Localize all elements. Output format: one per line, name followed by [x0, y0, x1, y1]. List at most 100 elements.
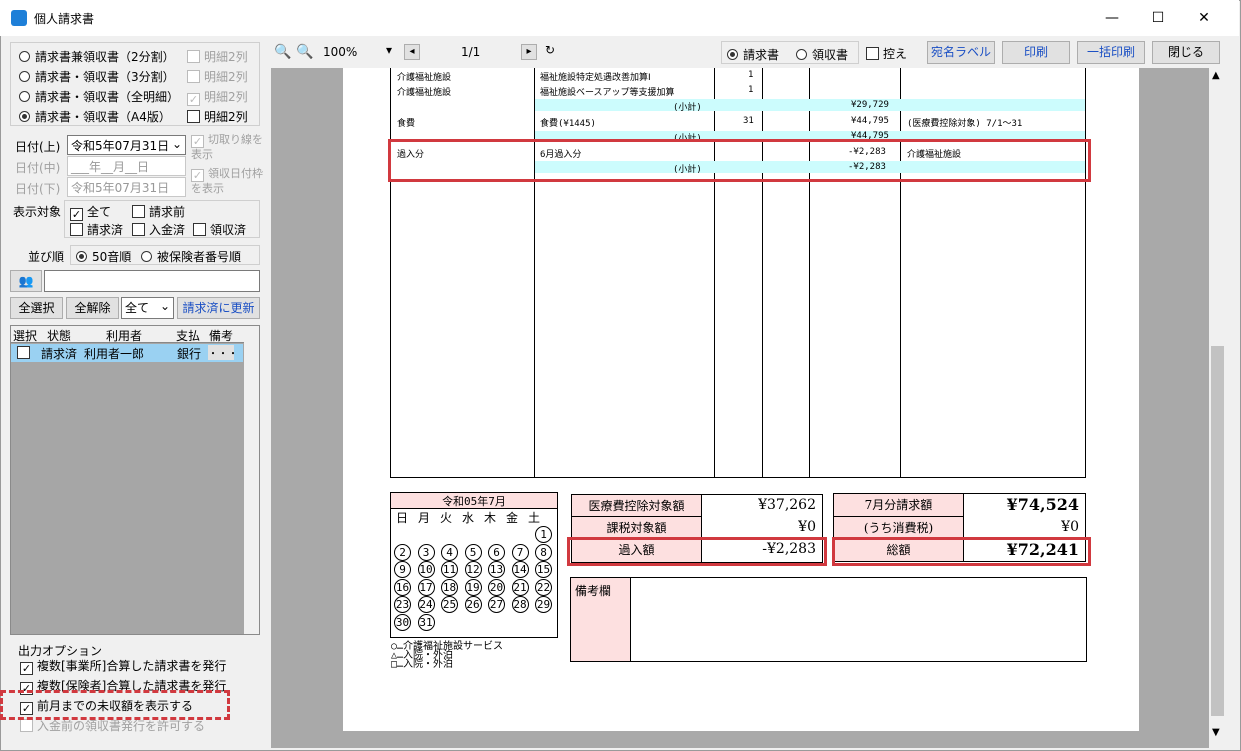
select-all-button[interactable]: 全選択	[10, 297, 63, 319]
radio-type-2[interactable]: 請求書・領収書（全明細）	[19, 88, 179, 105]
calendar-date: 11	[441, 561, 458, 578]
detail2-check-2: ✓ 明細2列	[187, 90, 248, 106]
display-before-check[interactable]: 請求前	[132, 203, 185, 220]
calendar-date: 6	[488, 543, 505, 561]
calendar-date: 2	[394, 543, 411, 561]
calendar-date: 10	[417, 561, 435, 578]
minimize-button[interactable]: —	[1089, 0, 1135, 36]
users-icon: 👥	[18, 274, 34, 288]
calendar-legend: ○…介護福祉施設サービス △…入院・外泊 □…入院・外泊	[391, 641, 504, 670]
display-received-check[interactable]: 領収済	[193, 221, 246, 238]
user-search-input[interactable]	[44, 270, 260, 292]
title-bar: 個人請求書 — ☐ ✕	[0, 0, 1239, 36]
sort-label: 並び順	[28, 250, 65, 264]
calendar-date: 19	[464, 578, 482, 596]
maximize-button[interactable]: ☐	[1135, 0, 1181, 36]
receipt-radio[interactable]: 領収書	[796, 46, 848, 63]
display-label: 表示対象	[13, 205, 62, 219]
calendar: 令和05年7月 日月火水木金土 1 2 3 4 5 6 7 8 9 10 11 12 13 14 15 16 1…	[390, 492, 558, 638]
highlight-total	[832, 537, 1091, 566]
chevron-down-icon: ⌄	[159, 299, 170, 313]
next-page-icon[interactable]: ▸	[521, 44, 537, 60]
invoice-radio[interactable]: 請求書	[727, 46, 779, 63]
calendar-date: 23	[394, 596, 411, 613]
calendar-date: 9	[394, 561, 411, 578]
note-button[interactable]: ・・・	[208, 345, 238, 360]
print-button[interactable]: 印刷	[1002, 41, 1070, 64]
calendar-date: 30	[394, 613, 411, 631]
list-scrollbar[interactable]	[244, 326, 259, 634]
scrollbar-thumb[interactable]	[1211, 346, 1224, 716]
refresh-icon[interactable]: ↻	[545, 43, 555, 57]
calendar-date: 16	[394, 578, 411, 596]
memo-box: 備考欄	[570, 577, 1087, 662]
calendar-day-header: 火	[439, 511, 452, 525]
display-billed-check[interactable]: 請求済	[70, 221, 123, 238]
radio-type-1[interactable]: 請求書・領収書（3分割）	[19, 68, 175, 85]
calendar-day-header: 木	[483, 511, 496, 525]
detail2-check-3[interactable]: 明細2列	[187, 108, 248, 125]
date-upper-label: 日付(上)	[15, 140, 61, 154]
sort-group: 50音順 被保険者番号順	[70, 245, 260, 265]
calendar-date: 29	[535, 596, 552, 613]
print-type-group: 請求書兼領収書（2分割） 請求書・領収書（3分割） 請求書・領収書（全明細） 請…	[10, 42, 260, 126]
display-all-check[interactable]: ✓ 全て	[70, 203, 111, 221]
calendar-day-header: 日	[395, 511, 408, 525]
calendar-day-header: 土	[527, 511, 540, 525]
merge-office-check[interactable]: ✓ 複数[事業所]合算した請求書を発行	[20, 657, 226, 675]
address-label-button[interactable]: 宛名ラベル	[927, 41, 995, 64]
sort-kana-radio[interactable]: 50音順	[76, 248, 131, 265]
app-icon	[11, 10, 27, 26]
radio-type-0[interactable]: 請求書兼領収書（2分割）	[19, 48, 175, 65]
detail2-check-0: 明細2列	[187, 48, 248, 65]
calendar-day-header: 月	[417, 511, 430, 525]
detail2-check-1: 明細2列	[187, 68, 248, 85]
calendar-date: 24	[417, 596, 435, 613]
invoice-page: 介護福祉施設 福祉施設特定処遇改善加算Ⅰ 1 介護福祉施設 福祉施設ベースアップ…	[343, 68, 1139, 731]
users-icon-button[interactable]: 👥	[10, 270, 42, 292]
filter-select[interactable]: 全て ⌄	[121, 297, 174, 319]
copy-check[interactable]: 控え	[866, 45, 907, 62]
calendar-date: 22	[535, 578, 552, 596]
chevron-down-icon[interactable]: ▾	[386, 43, 392, 57]
zoom-in-icon[interactable]: 🔍	[296, 44, 313, 60]
window-title: 個人請求書	[34, 12, 95, 26]
preview-toolbar: 🔍 🔍 100% ▾ ◂ 1/1 ▸ ↻ 請求書 領収書 控え 宛名ラベル 印刷…	[266, 40, 1236, 66]
cut-line-check: ✓ 切取り線を表示	[191, 133, 263, 161]
display-paid-check[interactable]: 入金済	[132, 221, 185, 238]
prev-page-icon[interactable]: ◂	[404, 44, 420, 60]
radio-type-3[interactable]: 請求書・領収書（A4版）	[19, 108, 171, 125]
batch-print-button[interactable]: 一括印刷	[1077, 41, 1145, 64]
calendar-date: 1	[535, 526, 552, 543]
table-row[interactable]: 請求済 利用者一郎 銀行 ・・・	[11, 344, 243, 362]
scroll-down-icon[interactable]: ▼	[1212, 727, 1220, 738]
calendar-date: 27	[488, 596, 505, 613]
close-window-button[interactable]: ✕	[1181, 0, 1227, 36]
list-header: 選択 状態 利用者 支払 備考	[11, 326, 259, 343]
highlight-box	[0, 690, 230, 720]
calendar-date: 17	[417, 578, 435, 596]
date-upper-select[interactable]: 令和5年07月31日 ⌄	[67, 135, 186, 155]
user-list[interactable]: 選択 状態 利用者 支払 備考 請求済 利用者一郎 銀行 ・・・	[10, 325, 260, 635]
calendar-date: 18	[441, 578, 458, 596]
page-indicator: 1/1	[461, 45, 481, 59]
left-panel: 請求書兼領収書（2分割） 請求書・領収書（3分割） 請求書・領収書（全明細） 請…	[0, 40, 264, 748]
calendar-date: 26	[464, 596, 482, 613]
calendar-date: 5	[464, 543, 482, 561]
calendar-date: 4	[441, 543, 458, 561]
date-middle-select: ___年__月__日	[67, 156, 186, 176]
display-group: ✓ 全て 請求前 請求済 入金済 領収済	[64, 200, 260, 238]
row-select-check[interactable]	[17, 346, 30, 359]
scroll-up-icon[interactable]: ▲	[1212, 70, 1220, 81]
zoom-select[interactable]: 100%	[323, 45, 357, 59]
calendar-date: 8	[535, 543, 552, 561]
sort-number-radio[interactable]: 被保険者番号順	[141, 248, 241, 265]
close-button[interactable]: 閉じる	[1152, 41, 1220, 64]
calendar-date: 28	[511, 596, 529, 613]
update-billed-button[interactable]: 請求済に更新	[177, 297, 260, 319]
deselect-all-button[interactable]: 全解除	[66, 297, 119, 319]
calendar-date: 20	[488, 578, 505, 596]
date-lower-label: 日付(下)	[15, 182, 61, 196]
doc-type-group: 請求書 領収書	[721, 41, 859, 64]
zoom-out-icon[interactable]: 🔍	[274, 44, 291, 60]
